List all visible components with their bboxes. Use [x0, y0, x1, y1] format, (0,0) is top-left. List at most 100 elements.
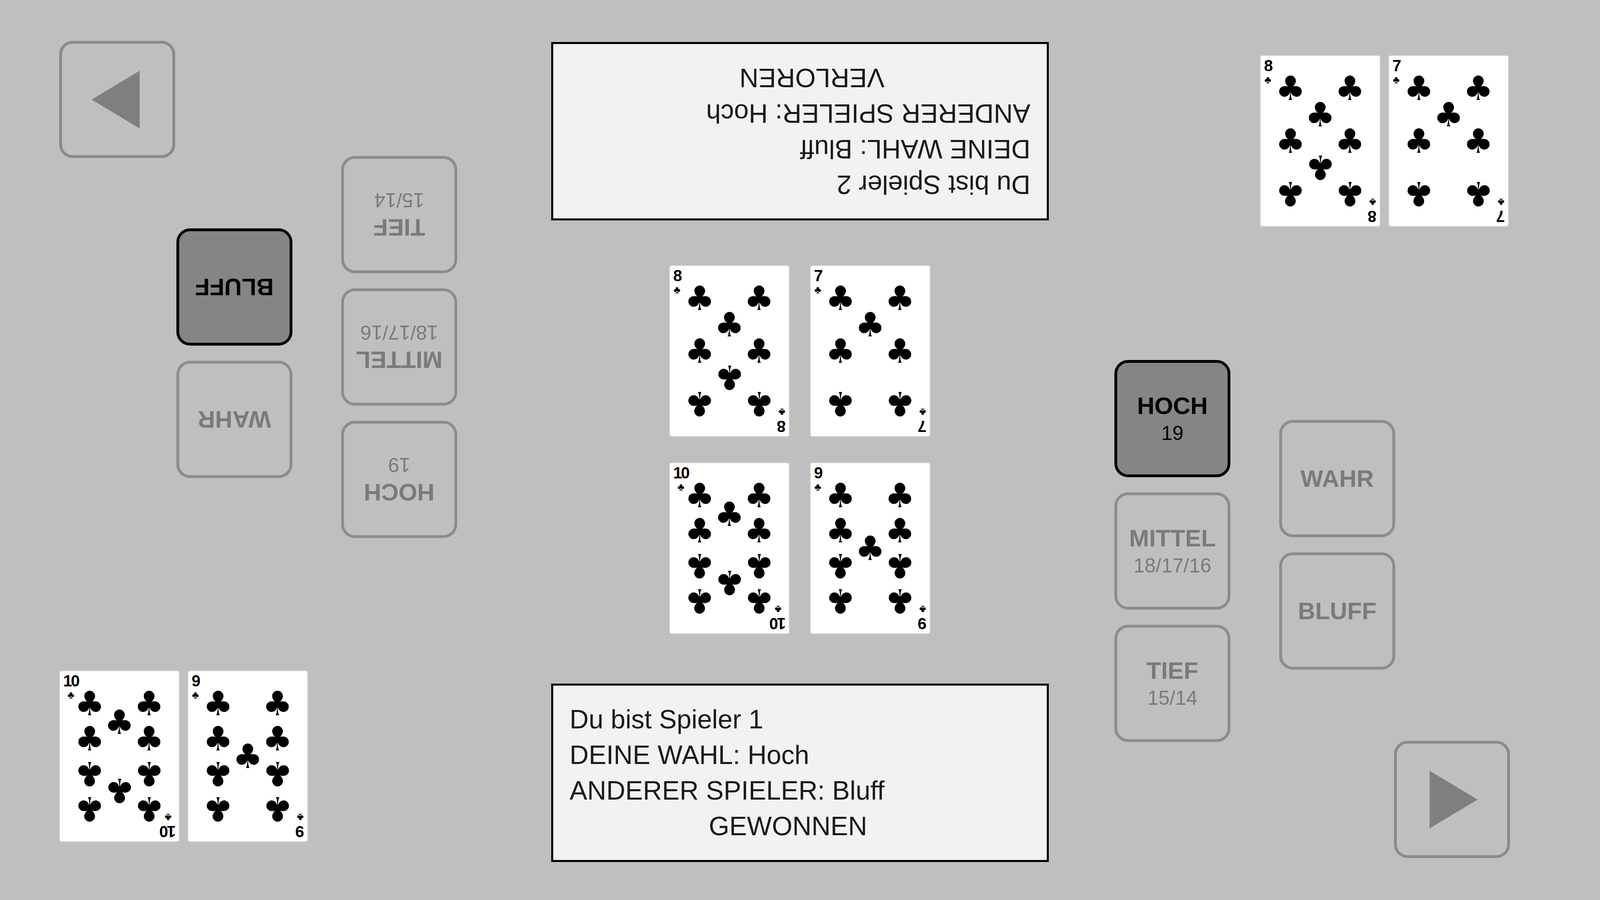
message-line: Du bist Spieler 2: [569, 166, 1031, 203]
club-pip: ♣: [884, 281, 915, 316]
card-index: 9♣: [191, 672, 200, 700]
club-pip: ♣: [262, 792, 293, 826]
club-pip: ♣: [884, 334, 915, 368]
club-pip: ♣: [74, 686, 105, 721]
range-button[interactable]: MITTEL18/17/16: [1114, 492, 1231, 610]
club-pip: ♣: [134, 756, 164, 791]
club-pip: ♣: [825, 334, 856, 368]
club-pip: ♣: [1463, 176, 1494, 211]
club-pip: ♣: [825, 514, 856, 548]
game-screen: Du bist Spieler 1DEINE WAHL: HochANDERER…: [0, 0, 1600, 900]
claim-buttons: WAHR BLUFF: [1279, 420, 1396, 670]
club-pip: ♣: [684, 478, 715, 513]
claim-button[interactable]: WAHR: [176, 360, 293, 478]
club-pip: ♣: [203, 722, 234, 756]
result-text: GEWONNEN: [569, 808, 1031, 844]
club-pip: ♣: [744, 386, 774, 421]
claim-button[interactable]: WAHR: [1279, 420, 1396, 538]
forward-button[interactable]: [1394, 740, 1510, 858]
card-index: 9♣: [296, 812, 304, 840]
card-index: 7♣: [918, 407, 927, 435]
club-pip: ♣: [134, 722, 164, 756]
club-pip: ♣: [744, 548, 774, 583]
club-pip: ♣: [1305, 150, 1336, 184]
message-box: Du bist Spieler 1DEINE WAHL: HochANDERER…: [551, 683, 1049, 862]
club-pip: ♣: [1275, 176, 1306, 211]
table-cards: 8♣8♣♣♣♣♣♣♣♣♣7♣7♣♣♣♣♣♣♣♣10♣10♣♣♣♣♣♣♣♣♣♣♣9…: [669, 265, 931, 634]
club-pip: ♣: [1463, 71, 1494, 106]
club-pip: ♣: [1275, 71, 1306, 106]
club-pip: ♣: [1334, 176, 1365, 211]
player-hand: 8♣8♣♣♣♣♣♣♣♣♣7♣7♣♣♣♣♣♣♣♣: [1260, 55, 1509, 227]
result-text: VERLOREN: [569, 60, 1031, 96]
club-pip: ♣: [262, 756, 293, 791]
club-pip: ♣: [825, 548, 856, 583]
club-pip: ♣: [203, 686, 234, 721]
club-pip: ♣: [825, 584, 856, 618]
choice-panel: HOCH19 MITTEL18/17/16 TIEF15/14 WAHR BLUFF: [176, 156, 458, 538]
choice-panel: HOCH19 MITTEL18/17/16 TIEF15/14 WAHR BLUFF: [1114, 360, 1396, 742]
club-pip: ♣: [884, 584, 915, 618]
club-pip: ♣: [884, 386, 915, 421]
club-pip: ♣: [1404, 71, 1434, 106]
playing-card: 9♣9♣♣♣♣♣♣♣♣♣♣: [187, 670, 308, 842]
back-button[interactable]: [59, 40, 176, 158]
club-pip: ♣: [884, 514, 915, 548]
club-pip: ♣: [1404, 124, 1434, 158]
playing-card: 8♣8♣♣♣♣♣♣♣♣♣: [1260, 55, 1381, 227]
club-pip: ♣: [1334, 71, 1365, 106]
club-pip: ♣: [134, 686, 164, 721]
range-button[interactable]: MITTEL18/17/16: [341, 288, 458, 406]
card-index: 7♣: [1497, 197, 1505, 225]
card-index: 8♣: [778, 407, 786, 435]
range-button[interactable]: HOCH19: [341, 420, 458, 538]
player-hand: 10♣10♣♣♣♣♣♣♣♣♣♣♣9♣9♣♣♣♣♣♣♣♣♣♣: [59, 670, 308, 842]
club-pip: ♣: [684, 584, 715, 618]
club-pip: ♣: [684, 514, 715, 548]
club-pip: ♣: [684, 281, 715, 316]
club-pip: ♣: [1334, 124, 1365, 158]
card-index: 7♣: [1392, 57, 1400, 85]
card-index: 8♣: [673, 267, 681, 295]
club-pip: ♣: [104, 705, 135, 740]
club-pip: ♣: [714, 360, 745, 394]
club-pip: ♣: [744, 514, 774, 548]
club-pip: ♣: [884, 478, 915, 513]
message-box: Du bist Spieler 2DEINE WAHL: BluffANDERE…: [551, 42, 1049, 221]
range-button[interactable]: TIEF15/14: [1114, 624, 1231, 742]
club-pip: ♣: [74, 792, 105, 826]
club-pip: ♣: [1433, 98, 1464, 132]
club-pip: ♣: [714, 497, 745, 532]
card-index: 9♣: [814, 464, 822, 492]
club-pip: ♣: [855, 308, 886, 342]
club-pip: ♣: [1404, 176, 1434, 211]
club-pip: ♣: [825, 386, 856, 421]
club-pip: ♣: [684, 334, 715, 368]
triangle-right-icon: [1412, 759, 1492, 840]
card-index: 8♣: [1264, 57, 1272, 85]
playing-card: 7♣7♣♣♣♣♣♣♣♣: [810, 265, 931, 437]
playing-card: 8♣8♣♣♣♣♣♣♣♣♣: [669, 265, 790, 437]
claim-button[interactable]: BLUFF: [1279, 552, 1396, 670]
club-pip: ♣: [1275, 124, 1306, 158]
club-pip: ♣: [262, 686, 293, 721]
club-pip: ♣: [825, 281, 856, 316]
club-pip: ♣: [825, 478, 856, 513]
range-buttons: HOCH19 MITTEL18/17/16 TIEF15/14: [341, 156, 458, 538]
claim-button[interactable]: BLUFF: [176, 228, 293, 346]
club-pip: ♣: [744, 478, 774, 513]
message-line: DEINE WAHL: Bluff: [569, 131, 1031, 167]
message-line: DEINE WAHL: Hoch: [569, 737, 1031, 773]
range-button[interactable]: HOCH19: [1114, 360, 1231, 478]
club-pip: ♣: [203, 756, 234, 791]
club-pip: ♣: [684, 548, 715, 583]
claim-buttons: WAHR BLUFF: [176, 228, 293, 478]
message-line: Du bist Spieler 1: [569, 701, 1031, 738]
message-line: ANDERER SPIELER: Bluff: [569, 772, 1031, 809]
club-pip: ♣: [744, 334, 774, 368]
range-button[interactable]: TIEF15/14: [341, 156, 458, 274]
club-pip: ♣: [1305, 98, 1336, 132]
card-index: 7♣: [814, 267, 822, 295]
triangle-left-icon: [77, 59, 158, 140]
club-pip: ♣: [884, 548, 915, 583]
